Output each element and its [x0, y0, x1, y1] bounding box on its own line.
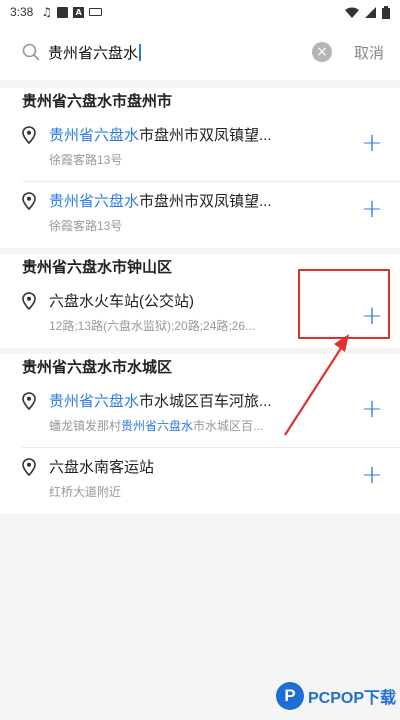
watermark: P PCPOP下载 — [276, 682, 396, 710]
annotation-arrow-icon — [284, 334, 349, 436]
watermark-text: PCPOP下载 — [308, 690, 397, 707]
watermark-logo: P — [276, 682, 304, 710]
